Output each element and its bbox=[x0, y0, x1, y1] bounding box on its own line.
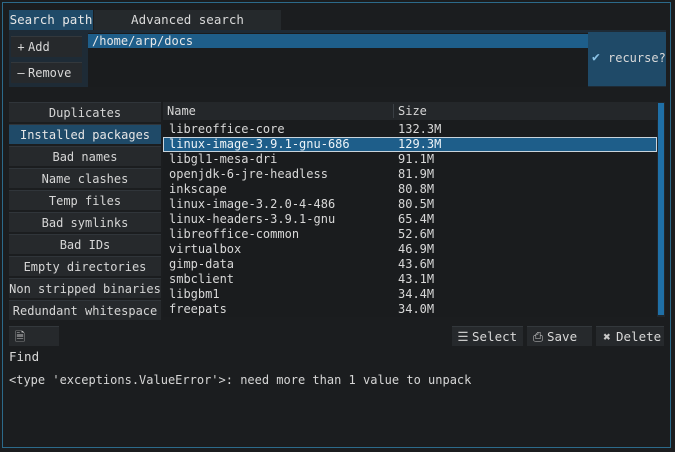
category-installed-packages[interactable]: Installed packages bbox=[9, 124, 161, 144]
package-size: 80.5M bbox=[398, 197, 435, 211]
results-table[interactable]: Name Size libreoffice-core 132.3M linux-i… bbox=[163, 102, 665, 317]
column-divider[interactable] bbox=[393, 104, 394, 118]
tab-search-path[interactable]: Search path bbox=[9, 10, 93, 30]
package-name: linux-image-3.9.1-gnu-686 bbox=[169, 137, 350, 151]
category-bad-names[interactable]: Bad names bbox=[9, 146, 161, 166]
add-path-label: Add bbox=[28, 40, 50, 54]
table-row[interactable]: libgl1-mesa-dri 91.1M bbox=[163, 152, 657, 167]
package-name: gimp-data bbox=[169, 257, 235, 271]
package-size: 65.4M bbox=[398, 212, 435, 226]
plus-icon: + bbox=[17, 40, 25, 54]
package-name: freepats bbox=[169, 302, 227, 316]
recurse-label: recurse? bbox=[608, 51, 666, 65]
package-name: libreoffice-common bbox=[169, 227, 300, 241]
save-label: Save bbox=[547, 329, 578, 344]
checkmark-icon: ✔ bbox=[592, 50, 600, 65]
package-name: inkscape bbox=[169, 182, 227, 196]
package-size: 80.8M bbox=[398, 182, 435, 196]
table-header: Name Size bbox=[163, 102, 657, 120]
category-bad-symlinks[interactable]: Bad symlinks bbox=[9, 212, 161, 232]
column-header-size[interactable]: Size bbox=[398, 104, 427, 118]
table-row[interactable]: libreoffice-common 52.6M bbox=[163, 227, 657, 242]
category-name-clashes[interactable]: Name clashes bbox=[9, 168, 161, 188]
table-row[interactable]: libgbm1 34.4M bbox=[163, 287, 657, 302]
table-row-selected[interactable]: linux-image-3.9.1-gnu-686 129.3M bbox=[163, 137, 657, 152]
document-icon: 🗎 bbox=[14, 329, 26, 344]
package-size: 34.4M bbox=[398, 287, 435, 301]
table-row[interactable]: linux-image-3.2.0-4-486 80.5M bbox=[163, 197, 657, 212]
table-row[interactable]: libreoffice-core 132.3M bbox=[163, 122, 657, 137]
minus-icon: — bbox=[17, 66, 25, 80]
path-list-item[interactable]: /home/arp/docs bbox=[88, 34, 588, 48]
package-size: 43.6M bbox=[398, 257, 435, 271]
search-path-list[interactable]: /home/arp/docs bbox=[88, 33, 588, 87]
save-button[interactable]: ⎙ Save bbox=[527, 326, 592, 346]
category-non-stripped-binaries[interactable]: Non stripped binaries bbox=[9, 278, 161, 298]
column-header-name[interactable]: Name bbox=[167, 104, 196, 118]
package-size: 91.1M bbox=[398, 152, 435, 166]
category-empty-directories[interactable]: Empty directories bbox=[9, 256, 161, 276]
tab-advanced-search[interactable]: Advanced search parameters bbox=[94, 10, 281, 47]
category-temp-files[interactable]: Temp files bbox=[9, 190, 161, 210]
status-message: <type 'exceptions.ValueError'>: need mor… bbox=[9, 373, 472, 387]
delete-label: Delete bbox=[616, 329, 662, 344]
package-size: 129.3M bbox=[398, 137, 442, 151]
package-name: virtualbox bbox=[169, 242, 242, 256]
find-button[interactable]: 🗎 Find bbox=[9, 326, 59, 364]
x-icon: ✖ bbox=[603, 329, 611, 344]
select-button[interactable]: ☰ Select bbox=[452, 326, 523, 346]
add-path-button[interactable]: + Add bbox=[11, 36, 82, 57]
remove-path-button[interactable]: — Remove bbox=[11, 62, 82, 83]
category-duplicates[interactable]: Duplicates bbox=[9, 102, 161, 122]
delete-button[interactable]: ✖ Delete bbox=[596, 326, 664, 346]
package-name: linux-headers-3.9.1-gnu bbox=[169, 212, 336, 226]
list-icon: ☰ bbox=[457, 329, 469, 344]
table-row[interactable]: openjdk-6-jre-headless 81.9M bbox=[163, 167, 657, 182]
table-row[interactable]: gimp-data 43.6M bbox=[163, 257, 657, 272]
category-redundant-whitespace[interactable]: Redundant whitespace bbox=[9, 300, 161, 320]
package-size: 43.1M bbox=[398, 272, 435, 286]
package-size: 52.6M bbox=[398, 227, 435, 241]
package-size: 132.3M bbox=[398, 122, 442, 136]
table-row[interactable]: virtualbox 46.9M bbox=[163, 242, 657, 257]
table-row[interactable]: inkscape 80.8M bbox=[163, 182, 657, 197]
package-name: libgbm1 bbox=[169, 287, 220, 301]
table-row[interactable]: linux-headers-3.9.1-gnu 65.4M bbox=[163, 212, 657, 227]
table-row[interactable]: freepats 34.0M bbox=[163, 302, 657, 317]
package-size: 46.9M bbox=[398, 242, 435, 256]
table-row[interactable]: smbclient 43.1M bbox=[163, 272, 657, 287]
recurse-checkbox[interactable]: ✔ recurse? bbox=[588, 32, 666, 86]
save-icon: ⎙ bbox=[532, 329, 543, 344]
select-label: Select bbox=[472, 329, 518, 344]
scrollbar-thumb[interactable] bbox=[658, 103, 664, 315]
package-name: openjdk-6-jre-headless bbox=[169, 167, 328, 181]
package-name: libgl1-mesa-dri bbox=[169, 152, 278, 166]
package-size: 81.9M bbox=[398, 167, 435, 181]
remove-path-label: Remove bbox=[28, 66, 72, 80]
find-label: Find bbox=[9, 349, 40, 364]
vertical-scrollbar[interactable] bbox=[657, 102, 665, 317]
package-name: linux-image-3.2.0-4-486 bbox=[169, 197, 336, 211]
package-name: smbclient bbox=[169, 272, 235, 286]
package-size: 34.0M bbox=[398, 302, 435, 316]
category-bad-ids[interactable]: Bad IDs bbox=[9, 234, 161, 254]
package-name: libreoffice-core bbox=[169, 122, 285, 136]
